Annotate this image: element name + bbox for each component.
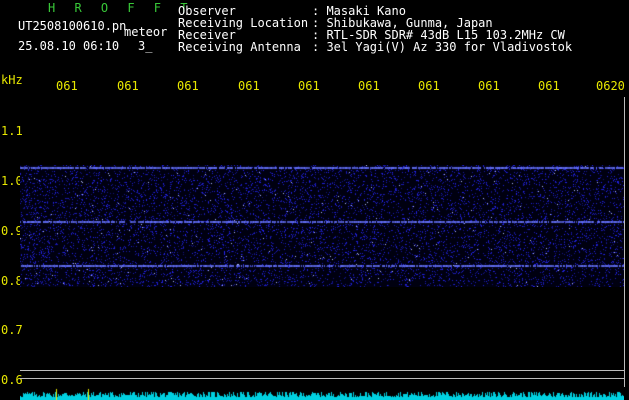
app-title: H R O F F T: [48, 1, 194, 15]
time-tick: 0620: [596, 79, 625, 93]
info-value-antenna: : 3el Yagi(V) Az 330 for Vladivostok: [312, 40, 573, 54]
time-tick: 061: [298, 79, 320, 93]
mode-label: meteor: [124, 25, 168, 39]
time-tick: 061: [56, 79, 78, 93]
info-label-antenna: Receiving Antenna: [178, 40, 301, 54]
grid-line: [20, 370, 624, 371]
time-tick: 061: [238, 79, 260, 93]
time-tick: 061: [358, 79, 380, 93]
freq-tick: 0.7: [1, 323, 23, 337]
count-label: 3_: [138, 39, 153, 53]
axis-unit-label: kHz: [1, 73, 23, 87]
time-tick: 061: [177, 79, 199, 93]
filename-label: UT2508100610.pn: [18, 19, 127, 33]
plot-right-edge: [624, 97, 625, 387]
datetime-label: 25.08.10 06:10: [18, 39, 120, 53]
baseline-trace: [20, 385, 624, 400]
time-tick: 061: [117, 79, 139, 93]
time-tick: 061: [538, 79, 560, 93]
time-tick: 061: [418, 79, 440, 93]
spectrogram: [20, 165, 624, 287]
grid-line: [20, 378, 624, 379]
time-tick: 061: [478, 79, 500, 93]
freq-tick: 1.1: [1, 124, 23, 138]
